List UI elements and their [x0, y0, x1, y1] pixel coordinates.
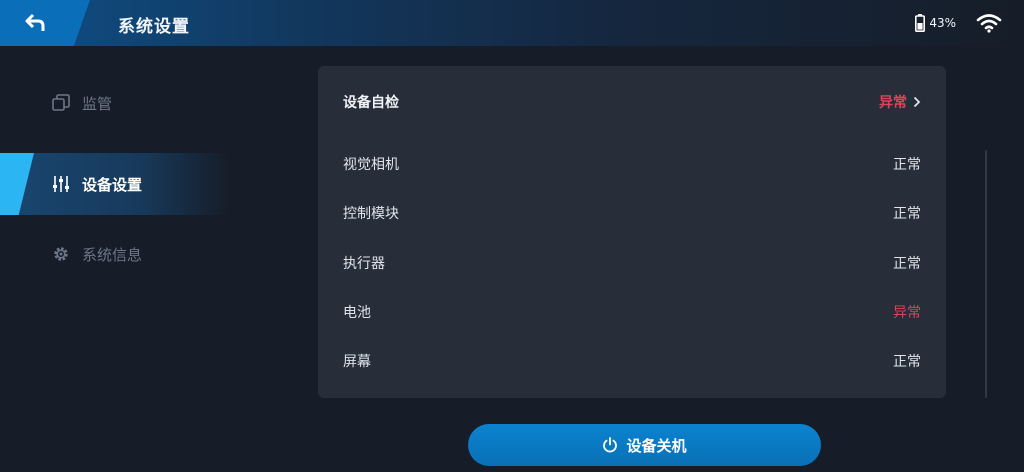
sidebar-item-label: 监管 [82, 94, 113, 113]
sidebar: 监管 设备设置 系统信息 [0, 70, 235, 450]
gear-icon [50, 243, 72, 265]
sidebar-item-system-info[interactable]: 系统信息 [0, 223, 230, 285]
sidebar-item-device-settings[interactable]: 设备设置 [0, 153, 230, 215]
status-row-label: 电池 [343, 305, 371, 321]
sidebar-item-label: 设备设置 [82, 175, 143, 194]
battery-percent: 43% [929, 16, 956, 30]
sidebar-item-monitor[interactable]: 监管 [0, 72, 230, 134]
battery-icon [915, 14, 926, 32]
shutdown-button[interactable]: 设备关机 [468, 424, 821, 466]
chevron-right-icon [913, 96, 921, 108]
battery-indicator: 43% [915, 14, 956, 32]
back-button[interactable] [0, 0, 90, 46]
status-row-label: 屏幕 [343, 354, 371, 370]
status-row-value: 异常 [893, 305, 921, 321]
scrollbar[interactable] [985, 150, 987, 398]
status-row-battery: 电池 异常 [343, 292, 921, 332]
status-row-camera: 视觉相机 正常 [343, 144, 921, 184]
sliders-icon [50, 173, 72, 195]
wifi-icon [976, 14, 1002, 33]
sidebar-item-label: 系统信息 [82, 245, 143, 264]
status-row-value: 正常 [893, 256, 921, 272]
self-check-label: 设备自检 [343, 95, 399, 111]
page-title: 系统设置 [118, 17, 190, 37]
status-row-actuator: 执行器 正常 [343, 243, 921, 283]
status-row-value: 正常 [893, 157, 921, 173]
status-row-screen: 屏幕 正常 [343, 341, 921, 381]
self-check-status: 异常 [879, 92, 921, 112]
status-area: 43% [915, 12, 1002, 34]
status-row-label: 执行器 [343, 256, 385, 272]
status-row-label: 视觉相机 [343, 157, 399, 173]
self-check-row[interactable]: 设备自检 异常 [343, 82, 921, 122]
back-icon [25, 13, 45, 31]
layers-icon [50, 92, 72, 114]
status-row-value: 正常 [893, 206, 921, 222]
status-row-control-module: 控制模块 正常 [343, 193, 921, 233]
power-icon [603, 437, 618, 453]
status-row-value: 正常 [893, 354, 921, 370]
top-bar: 系统设置 43% [0, 0, 1024, 46]
status-panel: 设备自检 异常 视觉相机 正常 控制模块 正常 执行器 正常 电池 异常 屏幕 … [318, 66, 946, 398]
status-row-label: 控制模块 [343, 206, 399, 222]
shutdown-label: 设备关机 [626, 436, 687, 455]
self-check-value: 异常 [879, 95, 907, 111]
